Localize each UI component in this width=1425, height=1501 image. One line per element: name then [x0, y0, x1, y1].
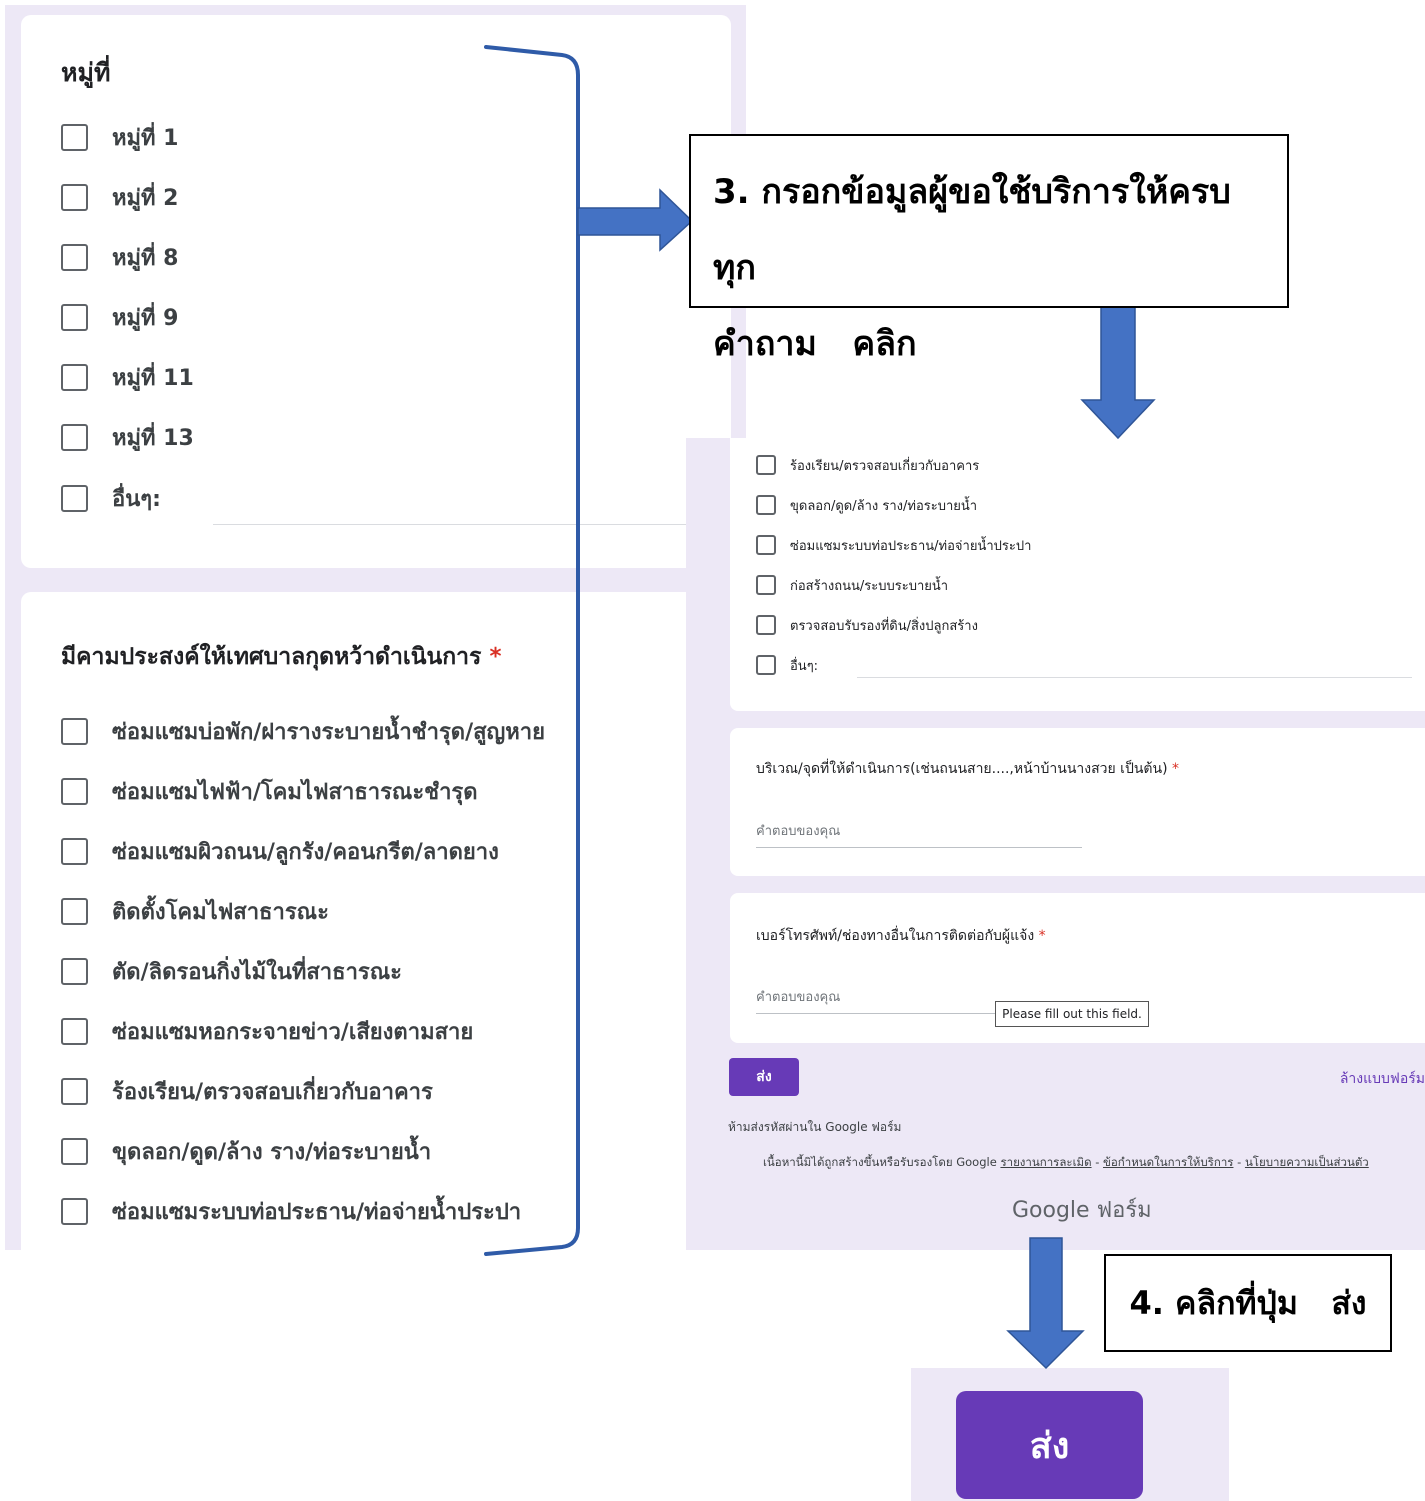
step4-text: 4. คลิกที่ปุ่ม ส่ง — [1129, 1283, 1367, 1322]
bracket-shape — [484, 45, 580, 1256]
step4-callout: 4. คลิกที่ปุ่ม ส่ง — [1104, 1254, 1392, 1352]
step3-callout: 3. กรอกข้อมูลผู้ขอใช้บริการให้ครบทุก คำถ… — [689, 134, 1289, 364]
step3-line2: คำถาม คลิก — [713, 324, 917, 364]
down-arrow-icon — [1006, 1237, 1085, 1370]
right-arrow-icon — [577, 188, 694, 252]
step3-line1: 3. กรอกข้อมูลผู้ขอใช้บริการให้ครบทุก — [713, 172, 1231, 288]
